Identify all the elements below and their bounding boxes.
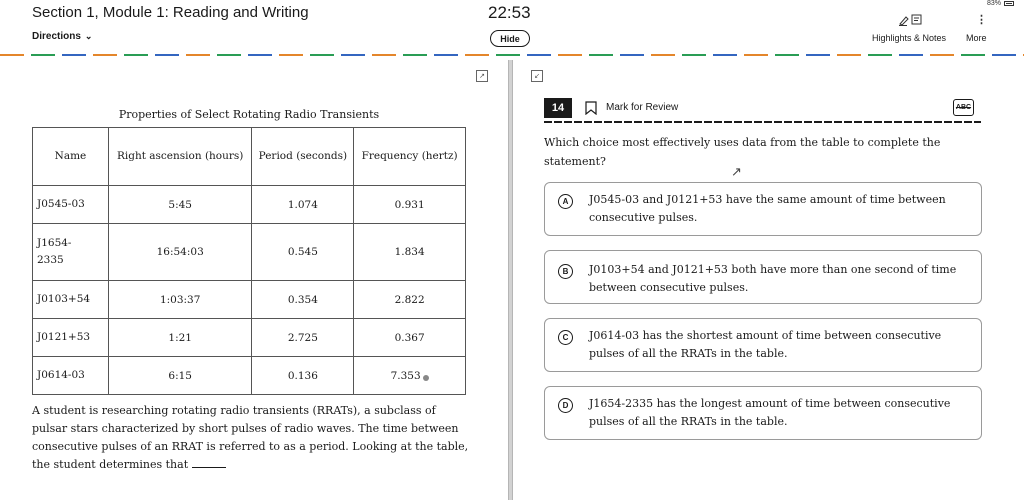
cell-period: 1.074 (251, 185, 355, 224)
pointer-dot-icon (422, 374, 429, 381)
table-header-period: Period (seconds) (251, 127, 355, 186)
answer-eliminator-button[interactable]: ABC (953, 99, 974, 116)
table-title: Properties of Select Rotating Radio Tran… (118, 108, 380, 121)
expand-question-icon[interactable]: ↙ (531, 70, 543, 82)
cell-name: J1654-2335 (32, 223, 109, 281)
directions-label: Directions (32, 31, 81, 42)
cell-frequency: 2.822 (353, 280, 466, 319)
table-row: J1654-2335 16:54:03 0.545 1.834 (32, 223, 466, 281)
cell-ra: 1:03:37 (107, 280, 253, 319)
question-stem: Which choice most effectively uses data … (544, 136, 941, 168)
table-header-row: Name Right ascension (hours) Period (sec… (32, 127, 466, 186)
table-header-ra: Right ascension (hours) (107, 127, 253, 186)
pane-resize-handle[interactable] (508, 60, 513, 500)
choice-letter-c: C (558, 330, 573, 345)
choice-letter-b: B (558, 264, 573, 279)
choice-text-c: J0614-03 has the shortest amount of time… (589, 329, 942, 360)
highlights-notes-icon[interactable] (897, 14, 923, 29)
chevron-down-icon: ⌄ (84, 31, 93, 41)
battery-level: 83% (986, 0, 1001, 7)
cell-name: J0614-03 (32, 356, 109, 395)
question-header-rule (544, 121, 981, 123)
mark-for-review-button[interactable]: Mark for Review (606, 102, 678, 113)
answer-choice-a[interactable]: A J0545-03 and J0121+53 have the same am… (544, 182, 982, 236)
hide-timer-button[interactable]: Hide (490, 30, 530, 47)
passage: A student is researching rotating radio … (32, 402, 472, 474)
cell-name-text: J1654-2335 (37, 237, 72, 266)
choice-text-d: J1654-2335 has the longest amount of tim… (589, 397, 951, 428)
cell-ra: 1:21 (107, 318, 253, 357)
directions-toggle[interactable]: Directions ⌄ (32, 31, 92, 42)
choice-letter-d: D (558, 398, 573, 413)
table-row: J0614-03 6:15 0.136 7.353 (32, 356, 466, 395)
timer: 22:53 (488, 3, 531, 22)
top-bar: Section 1, Module 1: Reading and Writing… (0, 0, 1024, 56)
data-table: Name Right ascension (hours) Period (sec… (32, 127, 466, 395)
answer-choice-b[interactable]: B J0103+54 and J0121+53 both have more t… (544, 250, 982, 304)
passage-text: A student is researching rotating radio … (32, 404, 469, 471)
cell-period: 0.545 (251, 223, 355, 281)
answer-choice-c[interactable]: C J0614-03 has the shortest amount of ti… (544, 318, 982, 372)
cell-ra: 16:54:03 (107, 223, 253, 281)
section-title: Section 1, Module 1: Reading and Writing (32, 4, 309, 21)
table-row: J0121+53 1:21 2.725 0.367 (32, 318, 466, 357)
table-row: J0103+54 1:03:37 0.354 2.822 (32, 280, 466, 319)
cell-name: J0121+53 (32, 318, 109, 357)
mouse-cursor-icon: ↗ (731, 164, 742, 179)
cell-frequency: 0.931 (353, 185, 466, 224)
cell-ra: 6:15 (107, 356, 253, 395)
highlights-notes-button[interactable]: Highlights & Notes (872, 33, 946, 43)
cell-frequency-text: 7.353 (390, 369, 421, 382)
table-header-name: Name (32, 127, 109, 186)
cell-frequency: 7.353 (353, 356, 466, 395)
header-divider (0, 54, 1024, 56)
cell-ra: 5:45 (107, 185, 253, 224)
more-button[interactable]: More (966, 33, 987, 43)
cell-name: J0103+54 (32, 280, 109, 319)
battery-status: 83% (987, 0, 1014, 7)
cell-period: 2.725 (251, 318, 355, 357)
table-row: J0545-03 5:45 1.074 0.931 (32, 185, 466, 224)
answer-blank (191, 458, 226, 468)
answer-choice-d[interactable]: D J1654-2335 has the longest amount of t… (544, 386, 982, 440)
table-header-frequency: Frequency (hertz) (353, 127, 466, 186)
cell-name: J0545-03 (32, 185, 109, 224)
choice-text-a: J0545-03 and J0121+53 have the same amou… (589, 193, 946, 224)
choice-text-b: J0103+54 and J0121+53 both have more tha… (589, 263, 957, 294)
cell-frequency: 0.367 (353, 318, 466, 357)
cell-period: 0.136 (251, 356, 355, 395)
bookmark-icon[interactable] (585, 101, 597, 116)
expand-passage-icon[interactable]: ↗ (476, 70, 488, 82)
cell-frequency: 1.834 (353, 223, 466, 281)
more-vertical-icon[interactable]: ⋮ (976, 13, 987, 26)
battery-icon (1004, 1, 1014, 6)
choice-letter-a: A (558, 194, 573, 209)
question-number: 14 (544, 98, 572, 118)
cell-period: 0.354 (251, 280, 355, 319)
